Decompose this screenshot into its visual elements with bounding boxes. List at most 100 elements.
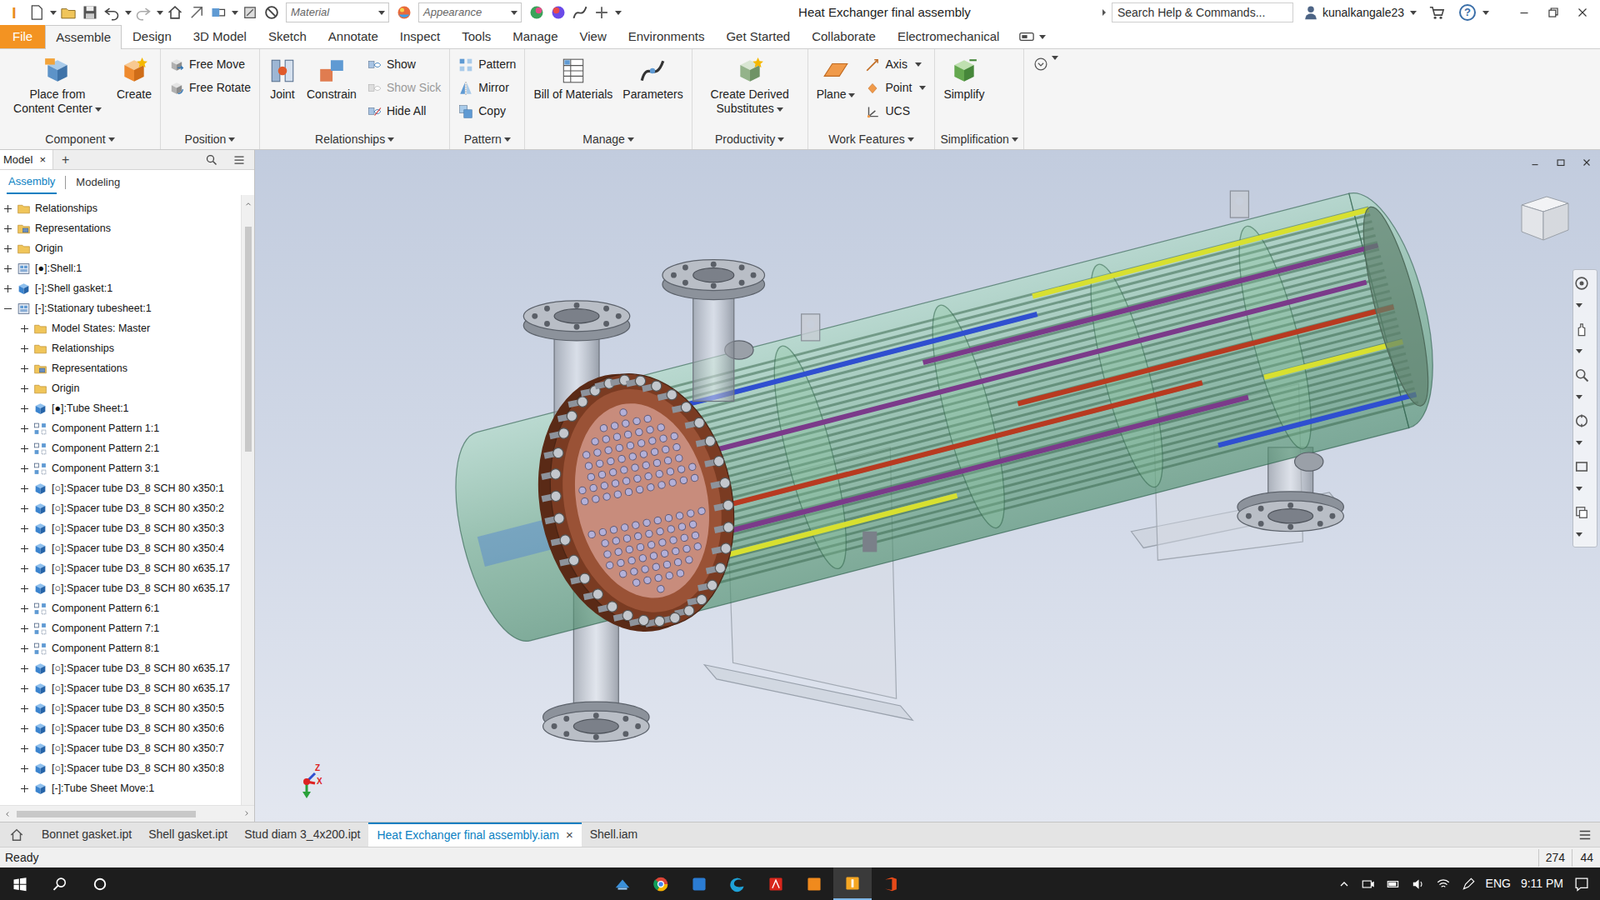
expand-toggle[interactable]	[20, 544, 30, 554]
adjust-appearance-button[interactable]	[525, 1, 547, 24]
pan-button[interactable]	[1573, 320, 1597, 359]
ribbon-small-button[interactable]: Axis	[861, 54, 930, 75]
help-button[interactable]: ?	[1459, 4, 1476, 21]
ribbon-small-button[interactable]: Point	[861, 77, 930, 99]
ribbon-small-button[interactable]: UCS	[861, 100, 930, 122]
expand-toggle[interactable]	[20, 744, 30, 754]
panel-title[interactable]: Work Features	[808, 129, 935, 150]
document-close[interactable]: ×	[565, 825, 574, 845]
expand-toggle[interactable]	[20, 704, 30, 714]
panel-title[interactable]: Simplification	[935, 129, 1023, 150]
browser-item[interactable]: [○]:Spacer tube D3_8 SCH 80 x350:6	[0, 718, 241, 739]
document-menu[interactable]	[1570, 822, 1600, 847]
input-language[interactable]: ENG	[1485, 875, 1511, 893]
select-button[interactable]	[239, 1, 260, 24]
ribbon-tab[interactable]: Electromechanical	[886, 25, 1011, 49]
browser-close[interactable]: ×	[39, 151, 46, 169]
browser-item[interactable]: [○]:Spacer tube D3_8 SCH 80 x635.17	[0, 658, 241, 679]
ribbon-tab[interactable]: Inspect	[389, 25, 451, 49]
expand-toggle[interactable]	[20, 404, 30, 414]
horizontal-scrollbar[interactable]	[0, 805, 255, 822]
ribbon-small-button[interactable]: Show Sick	[363, 77, 445, 99]
browser-item[interactable]: Relationships	[0, 338, 241, 359]
parameters-button[interactable]	[569, 1, 590, 24]
browser-item[interactable]: [○]:Spacer tube D3_8 SCH 80 x635.17	[0, 578, 241, 599]
ribbon-small-button[interactable]: Free Rotate	[165, 77, 255, 99]
no-material-button[interactable]	[260, 1, 282, 24]
ship-app-taskbar-button[interactable]	[603, 867, 642, 900]
browser-item[interactable]: [○]:Spacer tube D3_8 SCH 80 x350:8	[0, 758, 241, 779]
new-button[interactable]	[25, 1, 47, 24]
document-tab[interactable]: Shell.iam	[581, 822, 647, 847]
expand-toggle[interactable]	[3, 244, 13, 254]
orbit-button[interactable]	[1573, 412, 1597, 450]
browser-item[interactable]: [○]:Spacer tube D3_8 SCH 80 x635.17	[0, 678, 241, 699]
browser-item[interactable]: Component Pattern 8:1	[0, 638, 241, 659]
browser-item[interactable]: Model States: Master	[0, 318, 241, 339]
graphics-viewport[interactable]: ZX	[255, 150, 1600, 822]
browser-menu-button[interactable]	[228, 149, 250, 171]
appearance-dropdown[interactable]: Appearance	[418, 2, 522, 23]
restore-button[interactable]	[1539, 0, 1568, 25]
expand-toggle[interactable]	[20, 484, 30, 494]
browser-search-button[interactable]	[200, 149, 222, 171]
add-browser[interactable]: +	[53, 150, 78, 170]
document-tab[interactable]: Bonnet gasket.ipt	[33, 822, 140, 847]
launcher-taskbar-button[interactable]	[680, 867, 719, 900]
expand-toggle[interactable]	[20, 344, 30, 354]
browser-item[interactable]: [○]:Spacer tube D3_8 SCH 80 x635.17	[0, 558, 241, 579]
expand-toggle[interactable]	[20, 444, 30, 454]
scroll-thumb[interactable]	[16, 810, 196, 818]
browser-item[interactable]: Representations	[0, 218, 241, 239]
expand-toggle[interactable]	[3, 264, 13, 274]
home-button[interactable]	[164, 1, 185, 24]
ribbon-button[interactable]: Parameters	[619, 52, 686, 104]
panel-title[interactable]: Component	[0, 129, 160, 150]
panel-title[interactable]: Pattern	[450, 129, 525, 150]
app-logo[interactable]: I	[3, 5, 25, 21]
expand-toggle[interactable]	[20, 644, 30, 654]
ribbon-button[interactable]: Create Derived Substitutes	[697, 52, 803, 118]
ribbon-button[interactable]: Create	[113, 52, 155, 104]
edge-taskbar-button[interactable]	[718, 867, 757, 900]
expand-toggle[interactable]	[20, 464, 30, 474]
ribbon-small-button[interactable]: Pattern	[455, 54, 520, 75]
browser-item[interactable]: [-]:Shell gasket:1	[0, 278, 241, 299]
minimize-button[interactable]	[1510, 0, 1539, 25]
ribbon-small-button[interactable]: Show	[363, 54, 445, 75]
ribbon-tab[interactable]: Design	[121, 25, 183, 49]
heat-exchanger-model[interactable]	[255, 150, 1600, 822]
search-button[interactable]	[40, 867, 80, 900]
browser-item[interactable]: Origin	[0, 238, 241, 259]
viewport-restore-button[interactable]	[1550, 151, 1571, 174]
expand-toggle[interactable]	[20, 724, 30, 734]
expand-toggle[interactable]	[20, 664, 30, 674]
close-button[interactable]	[1568, 0, 1597, 25]
update-button[interactable]	[207, 1, 229, 24]
expand-toggle[interactable]	[20, 564, 30, 574]
ribbon-tab[interactable]: View	[568, 25, 617, 49]
start-button[interactable]	[0, 867, 40, 900]
expand-toggle[interactable]	[20, 684, 30, 694]
panel-options[interactable]	[1024, 49, 1067, 150]
fusion-taskbar-button[interactable]	[795, 867, 834, 900]
save-button[interactable]	[79, 1, 100, 24]
browser-item[interactable]: [○]:Spacer tube D3_8 SCH 80 x350:2	[0, 498, 241, 519]
look-at-button[interactable]	[1573, 458, 1597, 496]
ribbon-small-button[interactable]: Copy	[455, 100, 520, 122]
ribbon-tab[interactable]: Environments	[617, 25, 716, 49]
ribbon-button[interactable]: Constrain	[303, 52, 360, 104]
browser-subtab[interactable]: Assembly	[6, 170, 57, 195]
browser-item[interactable]: [○]:Spacer tube D3_8 SCH 80 x350:4	[0, 538, 241, 559]
browser-item[interactable]: [○]:Spacer tube D3_8 SCH 80 x350:3	[0, 518, 241, 539]
browser-item[interactable]: Component Pattern 6:1	[0, 598, 241, 619]
cortana-button[interactable]	[80, 867, 120, 900]
browser-tab[interactable]: Model×	[0, 150, 54, 170]
appearance-ball-button[interactable]	[393, 1, 415, 24]
expand-toggle[interactable]	[20, 384, 30, 394]
material-dropdown[interactable]: Material	[285, 2, 390, 23]
expand-toggle[interactable]	[20, 784, 30, 794]
browser-item[interactable]: [-]:Tube Sheet Move:1	[0, 778, 241, 799]
ribbon-button[interactable]: Simplify	[940, 52, 988, 104]
clock[interactable]: 9:11 PM	[1520, 875, 1564, 893]
